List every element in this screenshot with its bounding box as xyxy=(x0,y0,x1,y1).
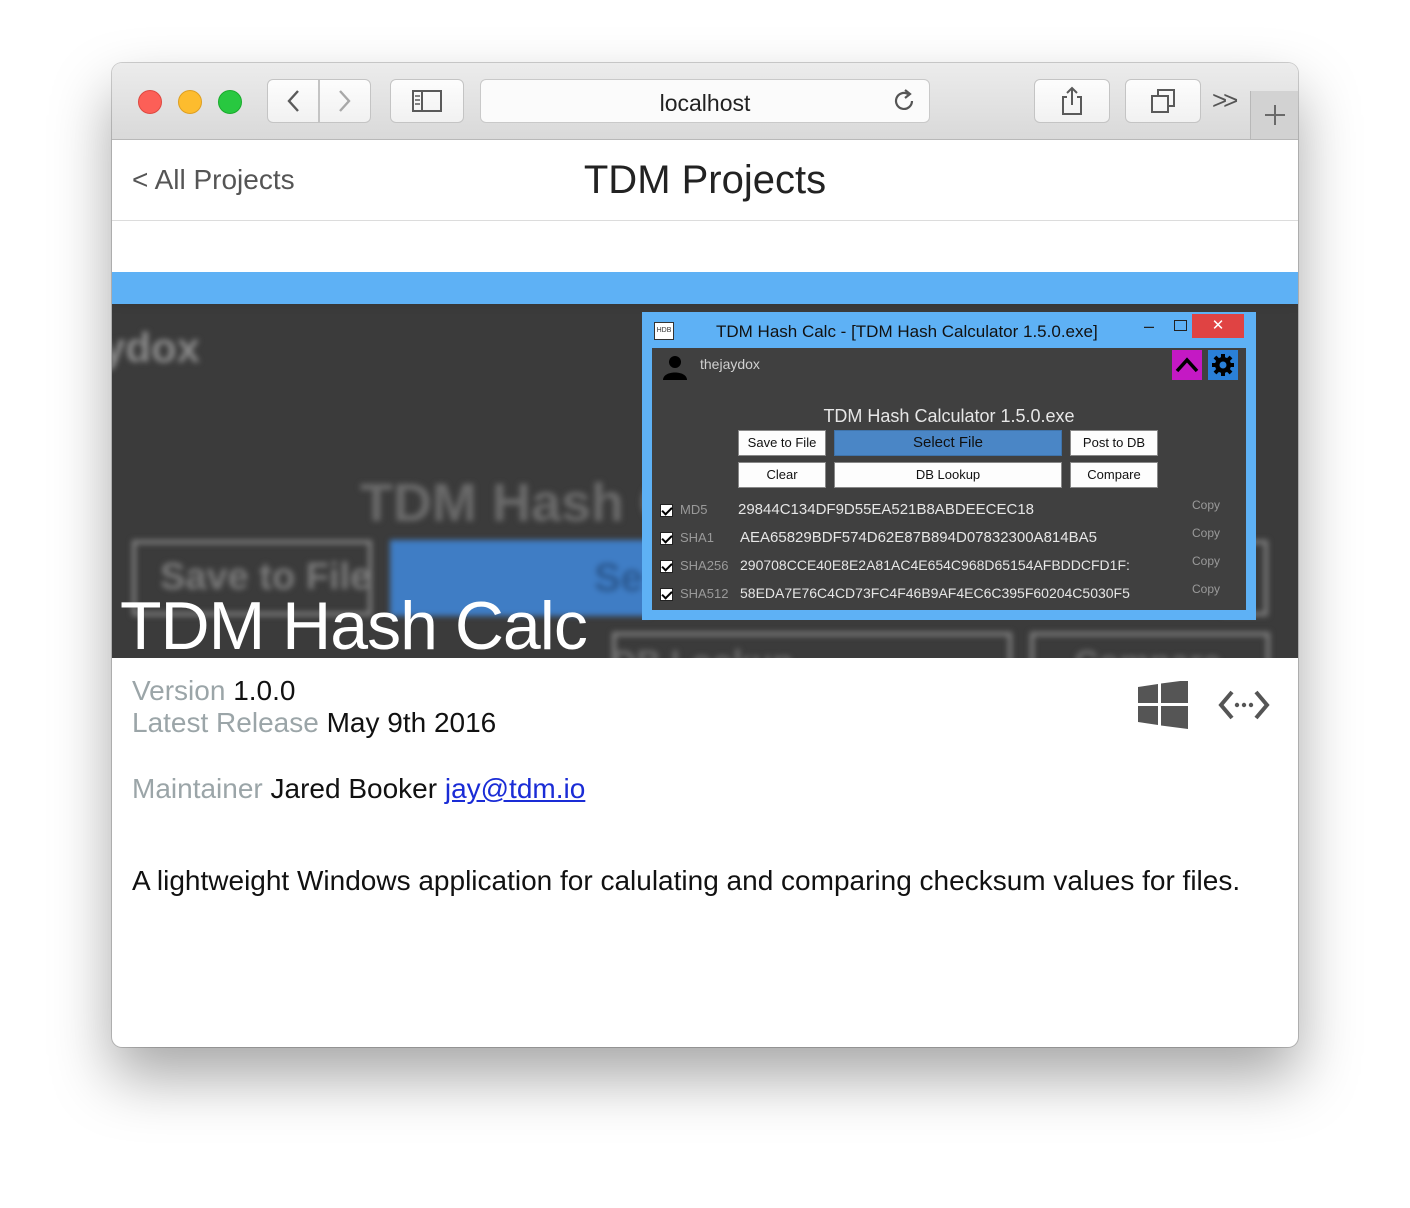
chevron-up-icon xyxy=(1175,357,1199,373)
project-meta: Version 1.0.0 Latest Release May 9th 201… xyxy=(132,675,496,739)
minimize-window-button[interactable] xyxy=(178,90,202,114)
settings-button xyxy=(1208,350,1238,380)
app-select-file-button: Select File xyxy=(834,430,1062,456)
chevron-right-icon xyxy=(339,90,351,112)
zoom-window-button[interactable] xyxy=(218,90,242,114)
more-chevron-icon[interactable]: >> xyxy=(1212,85,1238,116)
hash-row-sha512: SHA512 58EDA7E76C4CD73FC4F46B9AF4EC6C395… xyxy=(652,582,1246,610)
checkbox-icon xyxy=(660,532,673,545)
new-tab-button[interactable] xyxy=(1250,91,1298,139)
browser-toolbar: localhost >> xyxy=(112,63,1298,140)
hash-value: 290708CCE40E8E2A81AC4E654C968D65154AFBDD… xyxy=(740,557,1130,573)
app-db-lookup-button: DB Lookup xyxy=(834,462,1062,488)
blurred-lookup-label: DB Lookup xyxy=(612,644,793,658)
page-header: < All Projects TDM Projects xyxy=(112,140,1298,221)
tabs-icon xyxy=(1151,89,1175,113)
app-username: thejaydox xyxy=(700,356,760,372)
checkbox-icon xyxy=(660,504,673,517)
sidebar-toggle-button[interactable] xyxy=(390,79,464,123)
project-title: TDM Hash Calc xyxy=(120,588,588,658)
copy-button: Copy xyxy=(1192,582,1221,596)
hero-screenshot: ydox TDM Hash C Save to File Se DB Looku… xyxy=(112,272,1298,658)
blurred-title: TDM Hash C xyxy=(360,473,679,533)
collapse-button xyxy=(1172,350,1202,380)
copy-button: Copy xyxy=(1192,526,1221,540)
app-window: HDB TDM Hash Calc - [TDM Hash Calculator… xyxy=(642,312,1256,620)
release-label: Latest Release xyxy=(132,707,319,738)
app-icon: HDB xyxy=(654,322,674,340)
hash-label: MD5 xyxy=(680,502,708,517)
copy-button: Copy xyxy=(1192,554,1221,568)
hash-value: 58EDA7E76C4CD73FC4F46B9AF4EC6C395F60204C… xyxy=(740,585,1130,601)
version-label: Version xyxy=(132,675,226,706)
release-line: Latest Release May 9th 2016 xyxy=(132,707,496,739)
back-button[interactable] xyxy=(267,79,319,123)
forward-button[interactable] xyxy=(319,79,371,123)
windows-icon[interactable] xyxy=(1138,681,1188,729)
hash-row-sha256: SHA256 290708CCE40E8E2A81AC4E654C968D651… xyxy=(652,554,1246,582)
tabs-overview-button[interactable] xyxy=(1125,79,1201,123)
app-maximize-icon xyxy=(1174,320,1187,331)
blurred-username: ydox xyxy=(112,324,201,371)
sidebar-icon xyxy=(412,90,442,112)
hash-label: SHA512 xyxy=(680,586,729,601)
app-save-to-file-button: Save to File xyxy=(738,430,826,456)
maintainer-line: Maintainer Jared Booker jay@tdm.io xyxy=(132,773,585,805)
checkbox-icon xyxy=(660,560,673,573)
maintainer-email-link[interactable]: jay@tdm.io xyxy=(445,773,585,804)
blurred-compare-label: Compare xyxy=(1074,644,1221,658)
app-titlebar: HDB TDM Hash Calc - [TDM Hash Calculator… xyxy=(644,314,1254,348)
version-line: Version 1.0.0 xyxy=(132,675,496,707)
gear-icon xyxy=(1212,354,1234,376)
app-title: TDM Hash Calc - [TDM Hash Calculator 1.5… xyxy=(716,322,1098,341)
app-close-icon: ✕ xyxy=(1192,314,1244,338)
project-description: A lightweight Windows application for ca… xyxy=(132,865,1241,896)
site-title: TDM Projects xyxy=(583,158,827,202)
app-compare-button: Compare xyxy=(1070,462,1158,488)
release-value: May 9th 2016 xyxy=(326,707,497,738)
app-minimize-icon: – xyxy=(1144,316,1155,336)
hash-label: SHA1 xyxy=(680,530,714,545)
maintainer-label: Maintainer xyxy=(132,773,263,804)
chevron-left-icon xyxy=(287,90,299,112)
app-body: thejaydox TDM Hash Calculator 1.5.0.exe … xyxy=(652,348,1246,610)
user-icon xyxy=(663,356,687,380)
address-bar[interactable]: localhost xyxy=(480,79,930,123)
app-file-name: TDM Hash Calculator 1.5.0.exe xyxy=(823,406,1075,426)
hash-value: AEA65829BDF574D62E87B894D07832300A814BA5 xyxy=(740,529,1097,546)
hash-value: 29844C134DF9D55EA521B8ABDEECEC18 xyxy=(738,501,1035,518)
copy-button: Copy xyxy=(1192,498,1221,512)
maintainer-name: Jared Booker xyxy=(270,773,438,804)
app-post-to-db-button: Post to DB xyxy=(1070,430,1158,456)
browser-window: localhost >> < All Projects TDM Projects… xyxy=(112,63,1298,1047)
share-icon xyxy=(1062,86,1082,115)
source-code-icon[interactable] xyxy=(1218,689,1270,721)
hash-label: SHA256 xyxy=(680,558,729,573)
checkbox-icon xyxy=(660,588,673,601)
version-value: 1.0.0 xyxy=(233,675,296,706)
blurred-select-label: Se xyxy=(594,556,643,600)
app-clear-button: Clear xyxy=(738,462,826,488)
url-text: localhost xyxy=(659,90,751,116)
hash-row-sha1: SHA1 AEA65829BDF574D62E87B894D07832300A8… xyxy=(652,526,1246,554)
close-window-button[interactable] xyxy=(138,90,162,114)
reload-icon[interactable] xyxy=(891,88,917,114)
hero-blue-bar xyxy=(112,272,1298,304)
hash-row-md5: MD5 29844C134DF9D55EA521B8ABDEECEC18 Cop… xyxy=(652,498,1246,526)
platform-icons xyxy=(1138,681,1278,731)
plus-icon xyxy=(1264,105,1285,125)
share-button[interactable] xyxy=(1034,79,1110,123)
